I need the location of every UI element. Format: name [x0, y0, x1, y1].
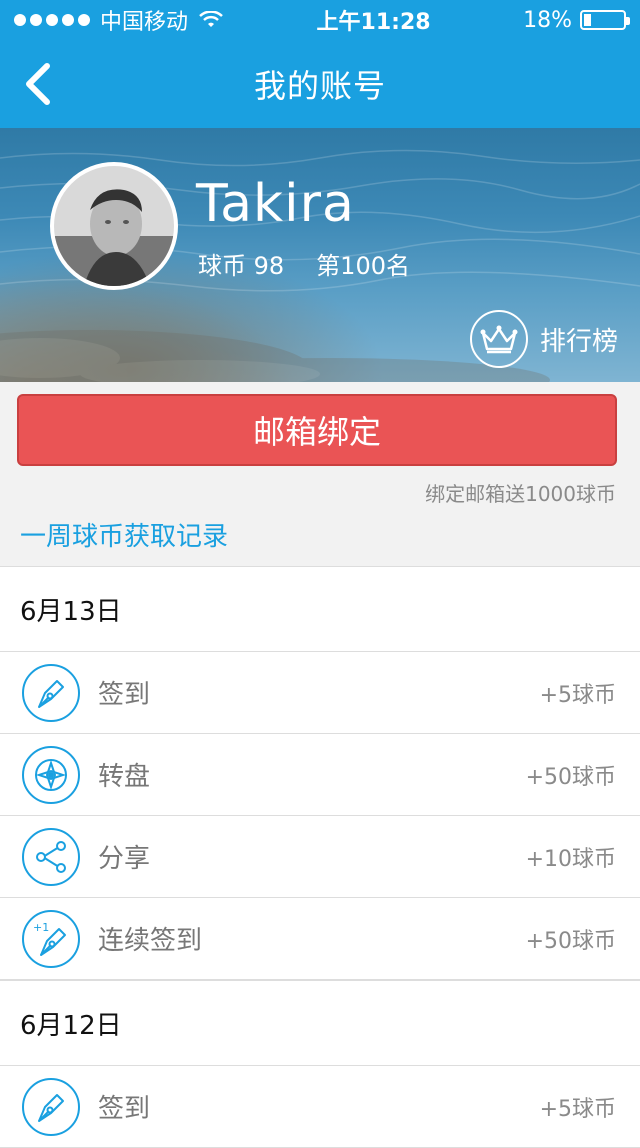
coin-records-list: 6月13日 签到 +5球币 转盘 +50球币 分享 +10球币 +1 连续签到 …	[0, 566, 640, 1148]
item-points: +10球币	[525, 846, 616, 872]
bind-email-button[interactable]: 邮箱绑定	[17, 394, 617, 466]
date-header: 6月12日	[0, 980, 640, 1066]
list-item[interactable]: +1 连续签到 +50球币	[0, 898, 640, 980]
date-header: 6月13日	[0, 566, 640, 652]
signal-strength-icon	[14, 14, 90, 26]
profile-header: Takira 球币 98 第100名 排行榜	[0, 128, 640, 382]
crown-icon	[469, 310, 528, 368]
pen-nib-plus-one-icon: +1	[22, 909, 80, 968]
list-item[interactable]: 分享 +10球币	[0, 816, 640, 898]
item-label: 转盘	[98, 762, 151, 792]
chevron-left-icon	[26, 63, 50, 105]
item-label: 签到	[98, 1094, 151, 1124]
status-time: 上午11:28	[316, 10, 431, 35]
item-points: +5球币	[539, 1096, 616, 1122]
avatar[interactable]	[50, 162, 178, 290]
coin-info: 球币 98 第100名	[198, 246, 410, 281]
share-icon	[22, 827, 80, 886]
list-item[interactable]: 签到 +5球币	[0, 652, 640, 734]
svg-text:+1: +1	[33, 921, 49, 934]
battery-icon	[579, 10, 630, 30]
item-label: 签到	[98, 680, 151, 710]
user-rank: 第100名	[316, 252, 410, 280]
status-bar: 中国移动 上午11:28 18%	[0, 0, 640, 40]
leaderboard-button[interactable]: 排行榜	[469, 310, 618, 368]
username: Takira	[196, 174, 355, 234]
navigation-bar: 我的账号	[0, 40, 640, 128]
back-button[interactable]	[12, 58, 64, 110]
coin-balance: 球币 98	[198, 252, 285, 280]
item-points: +50球币	[525, 764, 616, 790]
page-title: 我的账号	[253, 67, 386, 105]
wheel-icon	[22, 745, 80, 804]
leaderboard-label: 排行榜	[539, 326, 618, 357]
pen-nib-icon	[22, 1077, 80, 1136]
carrier-label: 中国移动	[100, 10, 189, 35]
pen-nib-icon	[22, 663, 80, 722]
list-item[interactable]: 转盘 +50球币	[0, 734, 640, 816]
wifi-icon	[199, 11, 223, 27]
bind-bonus-hint: 绑定邮箱送1000球币	[425, 482, 616, 506]
item-label: 分享	[98, 844, 151, 874]
battery-percent: 18%	[523, 7, 572, 33]
avatar-portrait	[54, 166, 174, 286]
item-points: +50球币	[525, 928, 616, 954]
weekly-coin-record-link[interactable]: 一周球币获取记录	[20, 516, 228, 553]
item-points: +5球币	[539, 682, 616, 708]
status-left: 中国移动	[14, 4, 224, 36]
item-label: 连续签到	[98, 926, 203, 956]
status-right: 18%	[523, 7, 630, 33]
